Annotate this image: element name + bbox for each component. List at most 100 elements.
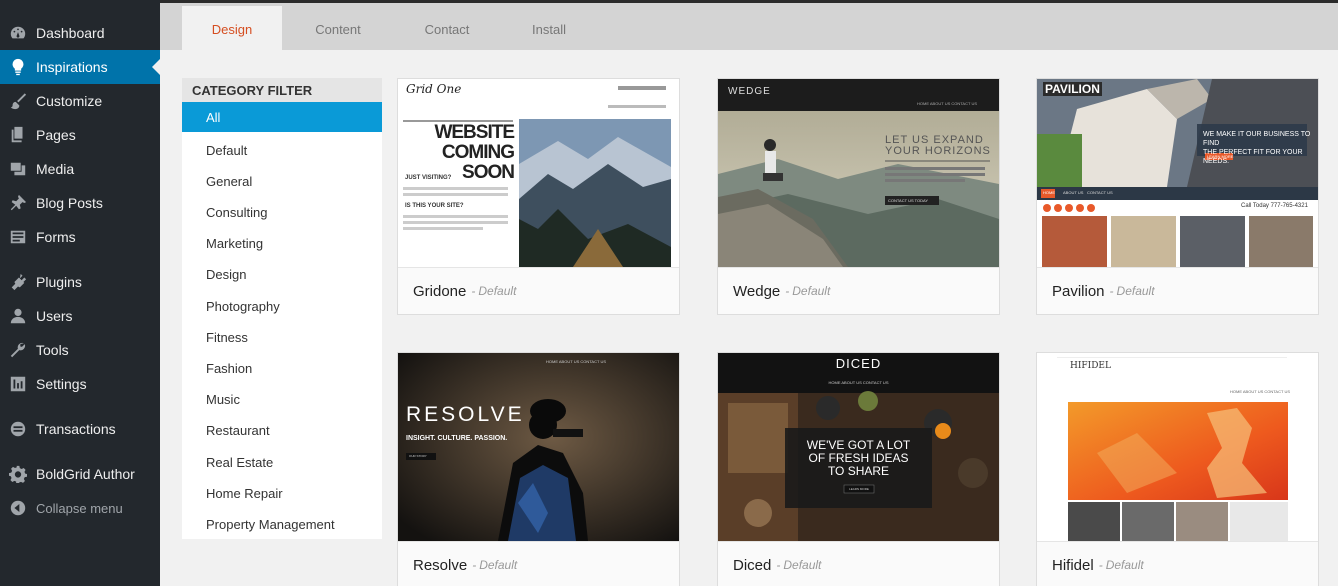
lightbulb-icon (0, 58, 36, 76)
filter-item-fitness[interactable]: Fitness (182, 322, 382, 352)
preview-nav: HOME ABOUT US CONTACT US (828, 380, 889, 385)
preview-subheading: IS THIS YOUR SITE? (405, 203, 464, 209)
users-icon (0, 307, 36, 325)
theme-preview-pavilion[interactable]: PAVILION WE MAKE IT OUR BUSINESS TO FIND… (1037, 79, 1318, 267)
preview-nav: HOME ABOUT US CONTACT US (917, 101, 978, 106)
filter-item-consulting[interactable]: Consulting (182, 197, 382, 227)
theme-preview-gridone[interactable]: Grid One WEBSITE COMING SOON JUST VISITI… (398, 79, 679, 267)
tab-content[interactable]: Content (288, 6, 388, 53)
preview-button: LEARN MORE (849, 487, 869, 491)
filter-item-fashion[interactable]: Fashion (182, 353, 382, 383)
sidebar-item-transactions[interactable]: Transactions (0, 412, 160, 446)
admin-sidebar: Dashboard Inspirations Customize Pages M… (0, 0, 160, 586)
collapse-menu-button[interactable]: Collapse menu (0, 491, 160, 525)
preview-heading-line: COMING SOON (441, 142, 515, 183)
preview-nav-item: CONTACT US (1087, 190, 1113, 195)
theme-card-wedge[interactable]: WEDGE HOME ABOUT US CONTACT US LET US EX… (717, 78, 1000, 315)
filter-item-real-estate[interactable]: Real Estate (182, 447, 382, 477)
theme-name: Gridone (413, 282, 467, 300)
theme-caption: Gridone - Default (398, 267, 679, 314)
theme-category: Default (792, 284, 831, 298)
preview-headline: LET US EXPAND YOUR HORIZONS (885, 135, 991, 157)
sidebar-item-pages[interactable]: Pages (0, 118, 160, 152)
theme-preview-diced[interactable]: DICED HOME ABOUT US CONTACT US WE'VE GOT… (718, 353, 999, 541)
preview-button: LEARN MORE (1207, 154, 1234, 159)
theme-card-diced[interactable]: DICED HOME ABOUT US CONTACT US WE'VE GOT… (717, 352, 1000, 586)
pages-icon (0, 126, 36, 144)
filter-item-marketing[interactable]: Marketing (182, 228, 382, 258)
sidebar-item-users[interactable]: Users (0, 299, 160, 333)
tab-contact[interactable]: Contact (397, 6, 497, 53)
plugin-icon (0, 273, 36, 291)
theme-card-resolve[interactable]: HOME ABOUT US CONTACT US RESOLVE INSIGHT… (397, 352, 680, 586)
sidebar-item-label: Pages (36, 127, 76, 143)
preview-nav-item: ABOUT US (1063, 190, 1084, 195)
settings-icon (0, 375, 36, 393)
theme-name: Resolve (413, 556, 468, 574)
dashboard-icon (0, 24, 36, 42)
preview-logo: DICED (835, 356, 882, 371)
preview-headline-line: TO SHARE (827, 464, 890, 478)
filter-item-default[interactable]: Default (182, 135, 382, 165)
filter-item-general[interactable]: General (182, 166, 382, 196)
filter-item-restaurant[interactable]: Restaurant (182, 415, 382, 445)
sidebar-item-forms[interactable]: Forms (0, 220, 160, 254)
preview-tagline: INSIGHT. CULTURE. PASSION. (406, 435, 508, 442)
sidebar-item-boldgrid-author[interactable]: BoldGrid Author (0, 457, 160, 491)
filter-item-all[interactable]: All (182, 102, 382, 132)
sidebar-item-plugins[interactable]: Plugins (0, 265, 160, 299)
theme-preview-hifidel[interactable]: HIFIDEL HOME ABOUT US CONTACT US (1037, 353, 1318, 541)
preview-tagline: WE MAKE IT OUR BUSINESS TO FIND THE PERF… (1203, 130, 1318, 166)
preview-tagline-line: WE MAKE IT OUR BUSINESS TO FIND (1203, 131, 1311, 147)
sidebar-item-label: BoldGrid Author (36, 466, 135, 482)
tab-install[interactable]: Install (499, 6, 599, 53)
gear-icon (0, 465, 36, 483)
preview-subheading: JUST VISITING? (405, 175, 452, 181)
filter-item-music[interactable]: Music (182, 384, 382, 414)
preview-phone: Call Today 777-765-4321 (1241, 203, 1308, 209)
theme-preview-resolve[interactable]: HOME ABOUT US CONTACT US RESOLVE INSIGHT… (398, 353, 679, 541)
preview-button: OUR STORY (409, 454, 427, 458)
preview-button: CONTACT US TODAY (888, 198, 929, 203)
sidebar-item-tools[interactable]: Tools (0, 333, 160, 367)
theme-caption: Hifidel - Default (1037, 541, 1318, 586)
theme-name: Pavilion (1052, 282, 1105, 300)
sidebar-item-media[interactable]: Media (0, 152, 160, 186)
theme-card-pavilion[interactable]: PAVILION WE MAKE IT OUR BUSINESS TO FIND… (1036, 78, 1319, 315)
sidebar-item-settings[interactable]: Settings (0, 367, 160, 401)
theme-card-gridone[interactable]: Grid One WEBSITE COMING SOON JUST VISITI… (397, 78, 680, 315)
preview-logo: HIFIDEL (1070, 361, 1111, 371)
preview-headline: WE'VE GOT A LOT OF FRESH IDEAS TO SHARE (785, 439, 932, 478)
forms-icon (0, 228, 36, 246)
preview-logo: WEDGE (728, 86, 771, 97)
active-indicator-arrow (152, 59, 160, 75)
theme-card-hifidel[interactable]: HIFIDEL HOME ABOUT US CONTACT US Hifidel… (1036, 352, 1319, 586)
sidebar-item-inspirations[interactable]: Inspirations (0, 50, 160, 84)
sidebar-item-label: Tools (36, 342, 69, 358)
filter-item-home-repair[interactable]: Home Repair (182, 478, 382, 508)
theme-separator: - (785, 284, 790, 298)
theme-name: Diced (733, 556, 772, 574)
brush-icon (0, 92, 36, 110)
theme-category: Default (1105, 558, 1144, 572)
theme-category: Default (1116, 284, 1155, 298)
sidebar-item-customize[interactable]: Customize (0, 84, 160, 118)
media-icon (0, 160, 36, 178)
preview-logo: Grid One (406, 82, 462, 96)
theme-caption: Diced - Default (718, 541, 999, 586)
filter-item-design[interactable]: Design (182, 259, 382, 289)
theme-separator: - (472, 558, 477, 572)
sidebar-item-dashboard[interactable]: Dashboard (0, 16, 160, 50)
filter-item-photography[interactable]: Photography (182, 291, 382, 321)
theme-separator: - (776, 558, 781, 572)
sidebar-item-label: Plugins (36, 274, 82, 290)
preview-headline-line: YOUR HORIZONS (885, 145, 991, 157)
tab-design[interactable]: Design (182, 6, 282, 53)
sidebar-item-blog-posts[interactable]: Blog Posts (0, 186, 160, 220)
sidebar-item-label: Forms (36, 229, 76, 245)
preview-title: RESOLVE (406, 403, 525, 426)
preview-heading: WEBSITE COMING SOON (406, 123, 515, 183)
filter-item-property-management[interactable]: Property Management (182, 509, 382, 539)
theme-separator: - (471, 284, 476, 298)
theme-preview-wedge[interactable]: WEDGE HOME ABOUT US CONTACT US LET US EX… (718, 79, 999, 267)
